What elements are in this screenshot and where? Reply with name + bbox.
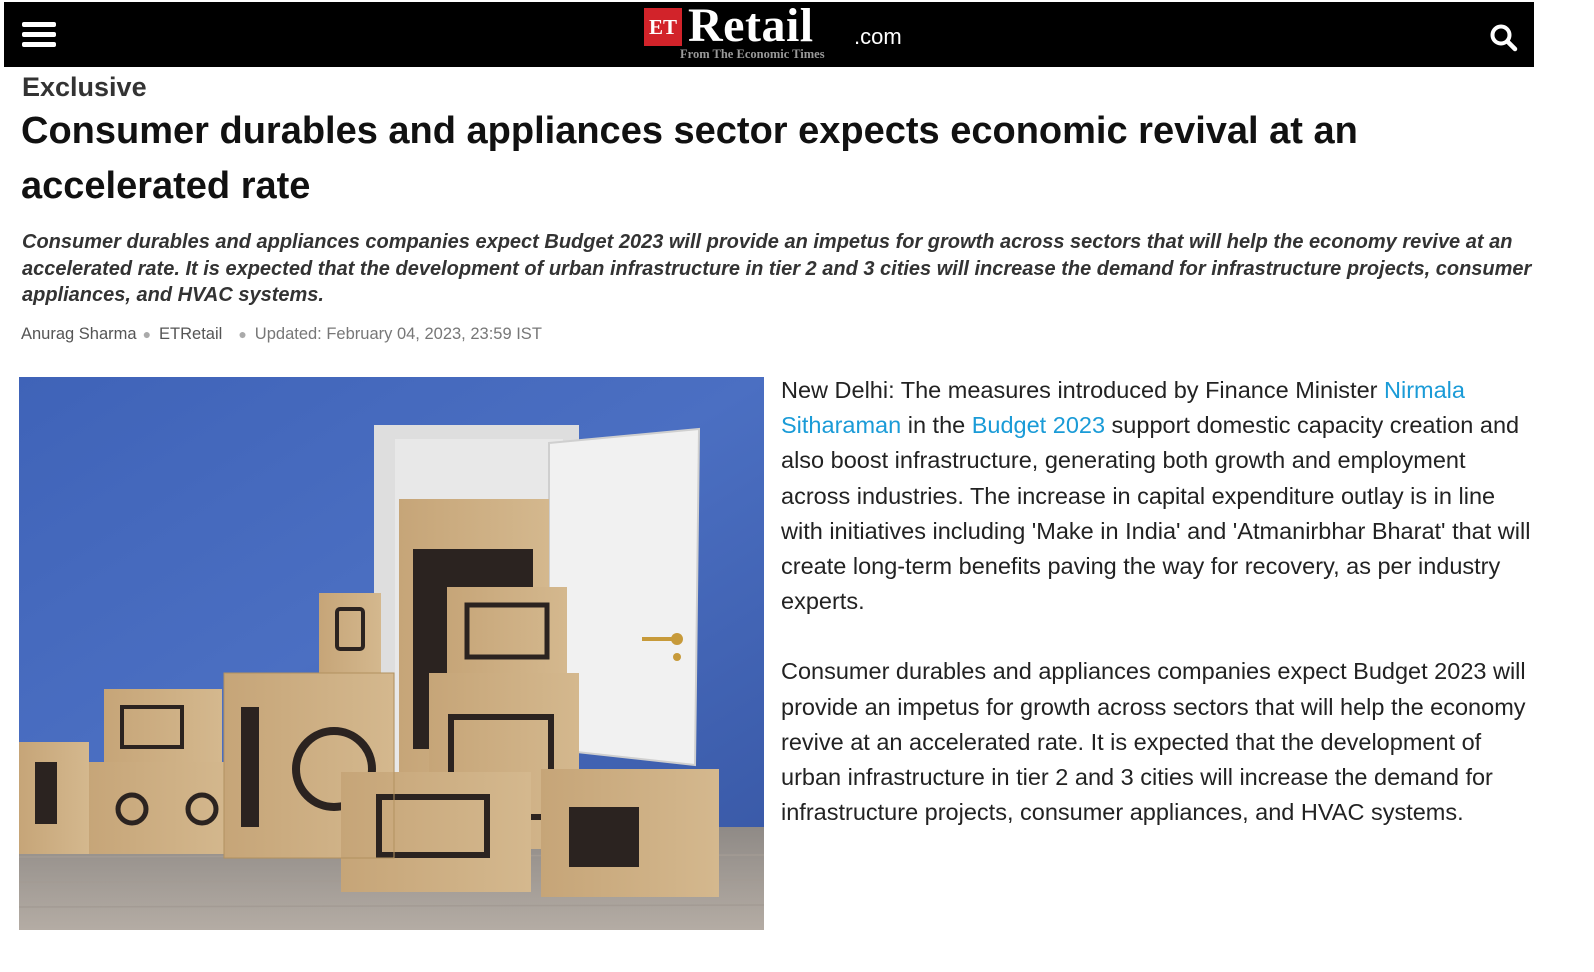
logo-wordmark: Retail [688,0,814,52]
article-paragraph: New Delhi: The measures introduced by Fi… [781,373,1536,619]
article-paragraph: Consumer durables and appliances compani… [781,658,1526,826]
logo-domain-suffix: .com [854,24,902,49]
paragraph-text: New Delhi: The measures introduced by Fi… [781,377,1385,403]
logo-et-badge: ET [644,8,682,46]
article-body: New Delhi: The measures introduced by Fi… [781,373,1536,865]
paragraph-text: support domestic capacity creation and a… [781,412,1531,615]
article-synopsis: Consumer durables and appliances compani… [22,231,1532,306]
site-logo[interactable]: ET Retail .com From The Economic Times [644,0,914,64]
article-byline: Anurag Sharma ● ETRetail ● Updated: February… [21,325,542,344]
separator-dot: ● [238,326,247,342]
top-navbar: ET Retail .com From The Economic Times [4,0,1534,67]
hero-image [19,377,764,930]
publication-source[interactable]: ETRetail [159,325,222,343]
link-budget-2023[interactable]: Budget 2023 [972,412,1105,438]
author-name[interactable]: Anurag Sharma [21,325,137,343]
updated-timestamp: Updated: February 04, 2023, 23:59 IST [254,325,542,343]
article-headline: Consumer durables and appliances sector … [21,110,1358,207]
logo-tagline: From The Economic Times [680,47,825,61]
hamburger-menu-icon[interactable] [22,22,56,50]
search-icon[interactable] [1488,22,1520,54]
separator-dot: ● [142,326,152,342]
article-kicker: Exclusive [22,72,147,102]
paragraph-text: in the [901,412,972,439]
